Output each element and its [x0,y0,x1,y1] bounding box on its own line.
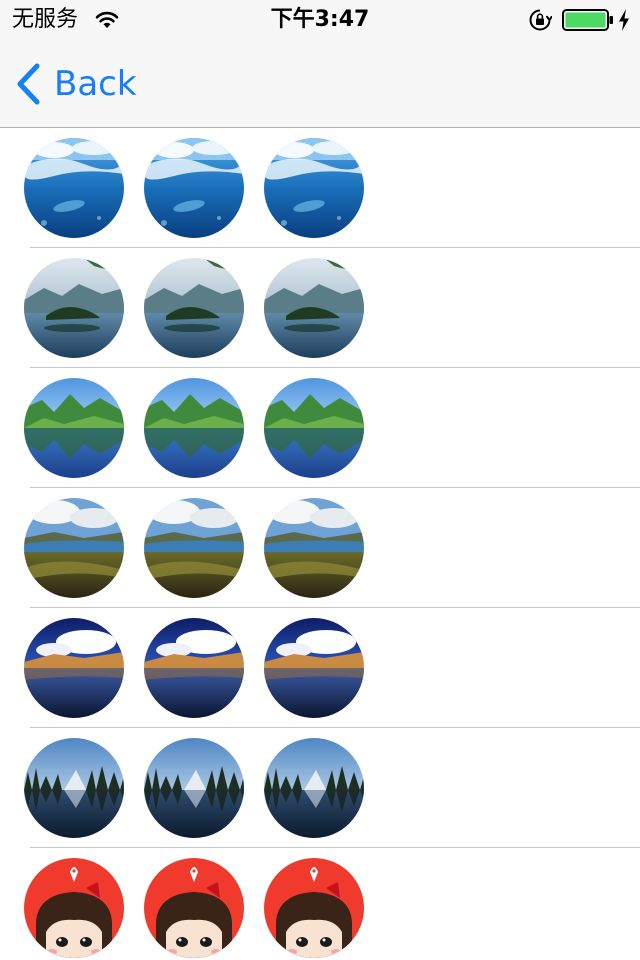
chevron-left-icon [17,63,40,105]
list-row[interactable] [0,728,640,848]
forest-lake-avatar[interactable] [24,738,124,838]
status-bar: 无服务 下午3:47 [0,0,640,40]
cartoon-girl-avatar[interactable] [24,858,124,958]
cartoon-girl-avatar[interactable] [264,858,364,958]
cartoon-girl-avatar[interactable] [144,858,244,958]
river-valley-avatar[interactable] [24,498,124,598]
desert-lake-avatar[interactable] [24,618,124,718]
screen: 无服务 下午3:47 Back [0,0,640,960]
mountain-lake-avatar[interactable] [144,378,244,478]
charging-bolt-icon [619,9,629,31]
forest-lake-avatar[interactable] [144,738,244,838]
ocean-dolphin-avatar[interactable] [264,138,364,238]
battery-icon [562,9,613,31]
desert-lake-avatar[interactable] [144,618,244,718]
rotation-lock-icon [529,9,552,31]
list-row[interactable] [0,128,640,248]
ocean-dolphin-avatar[interactable] [144,138,244,238]
forest-lake-avatar[interactable] [264,738,364,838]
lake-island-avatar[interactable] [264,258,364,358]
navigation-bar: Back [0,40,640,128]
back-button[interactable]: Back [14,60,137,108]
river-valley-avatar[interactable] [144,498,244,598]
lake-island-avatar[interactable] [144,258,244,358]
top-bar: 无服务 下午3:47 Back [0,0,640,128]
mountain-lake-avatar[interactable] [264,378,364,478]
ocean-dolphin-avatar[interactable] [24,138,124,238]
list-row[interactable] [0,488,640,608]
list-row[interactable] [0,608,640,728]
lake-island-avatar[interactable] [24,258,124,358]
desert-lake-avatar[interactable] [264,618,364,718]
list-row[interactable] [0,248,640,368]
list-row[interactable] [0,848,640,960]
river-valley-avatar[interactable] [264,498,364,598]
list-row[interactable] [0,368,640,488]
image-list [0,128,640,960]
mountain-lake-avatar[interactable] [24,378,124,478]
back-label: Back [54,64,137,104]
